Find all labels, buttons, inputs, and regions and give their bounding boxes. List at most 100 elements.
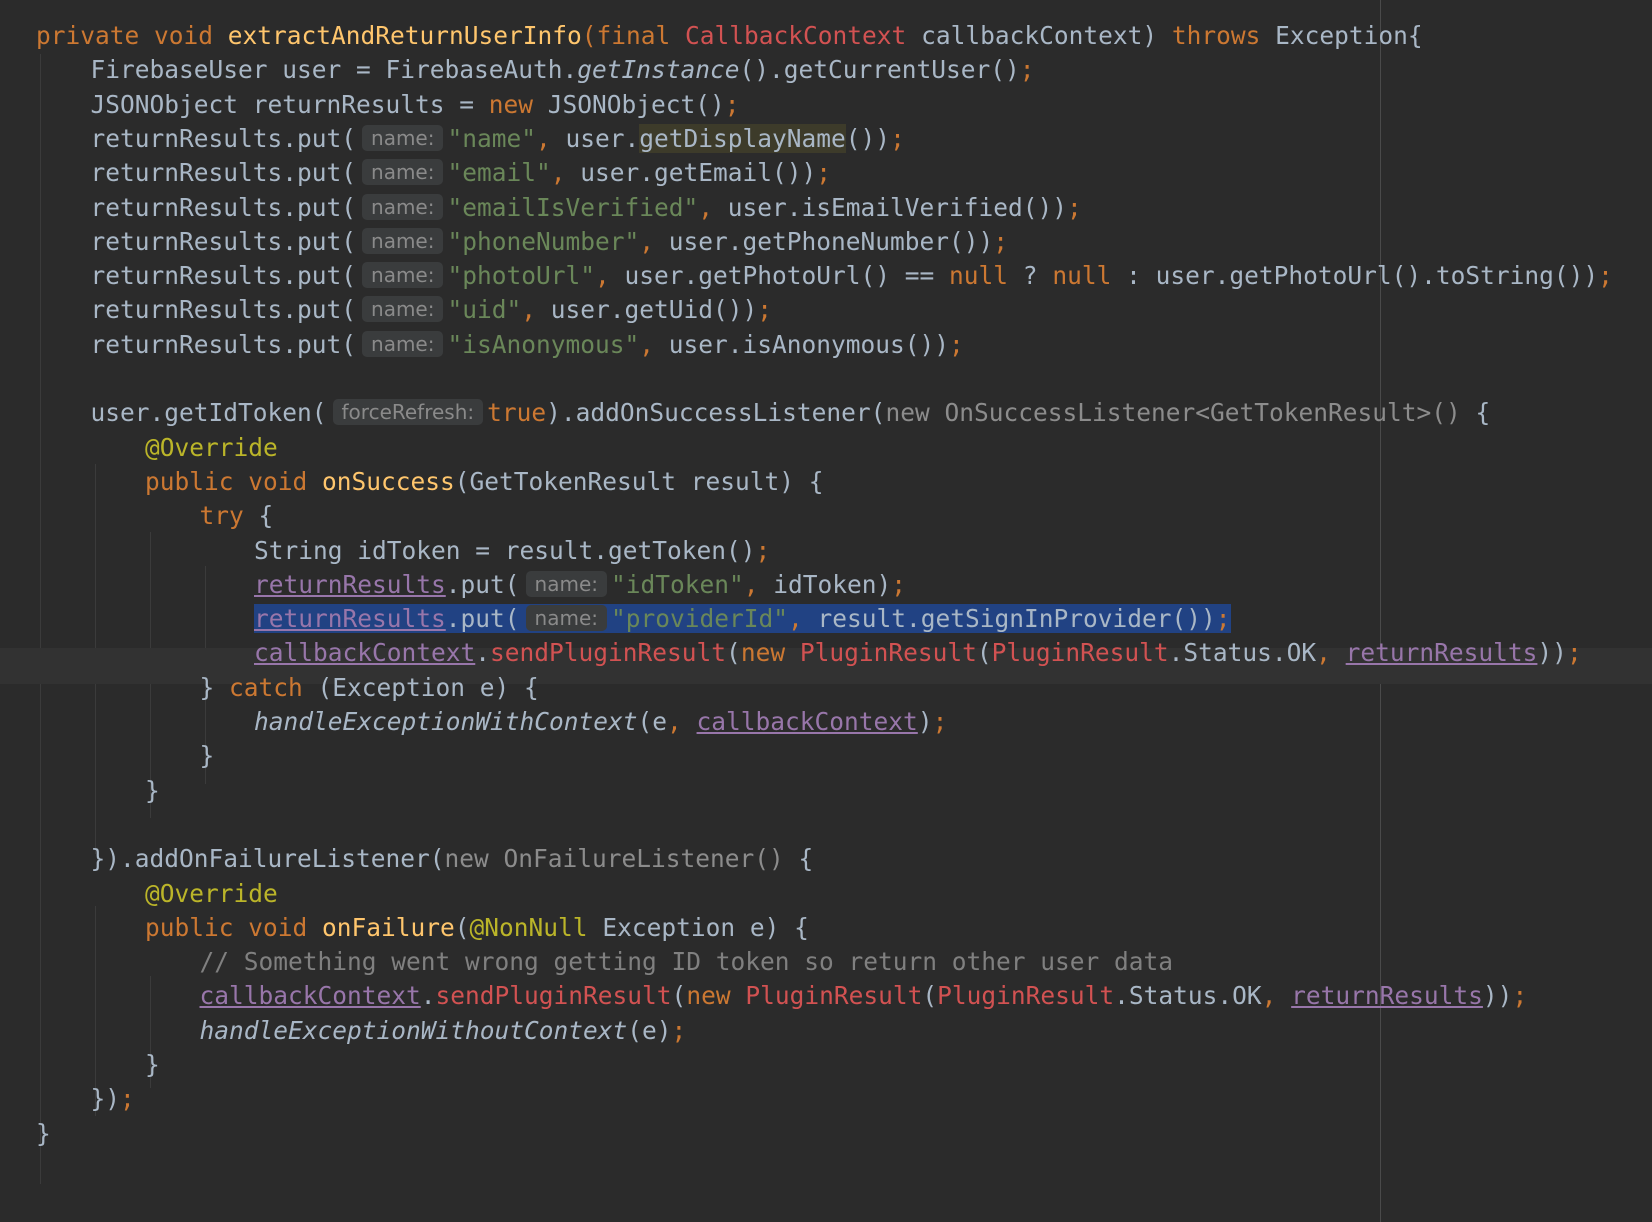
code-line[interactable]: callbackContext.sendPluginResult(new Plu… — [200, 978, 1528, 1014]
code-line[interactable]: JSONObject returnResults = new JSONObjec… — [91, 87, 740, 123]
code-line[interactable]: private void extractAndReturnUserInfo(fi… — [36, 18, 1423, 54]
code-token: Exception{ — [1275, 21, 1423, 50]
code-token: returnResults.put( — [90, 329, 357, 359]
code-line[interactable]: }); — [91, 1081, 135, 1117]
code-token: ; — [671, 1015, 687, 1045]
code-token: user.getEmail()) — [580, 158, 817, 188]
code-token: onFailure — [322, 912, 455, 942]
code-token: { — [798, 844, 814, 874]
code-token: @Override — [145, 432, 278, 462]
code-line[interactable]: returnResults.put(name: "photoUrl", user.… — [91, 258, 1613, 294]
code-token: callbackContext — [254, 638, 476, 668]
code-token: )) — [1482, 981, 1513, 1011]
code-line[interactable]: returnResults.put(name: "uid", user.getUi… — [91, 292, 773, 328]
parameter-hint: name: — [362, 330, 444, 357]
code-token: sendPluginResult — [490, 638, 727, 668]
code-token: } — [145, 775, 160, 805]
code-token: ; — [755, 535, 771, 565]
code-token: "email" — [447, 158, 551, 188]
code-token: "idToken" — [611, 569, 744, 599]
code-token: handleExceptionWithContext — [254, 707, 638, 736]
code-line[interactable]: returnResults.put(name: "providerId", res… — [254, 601, 1231, 637]
code-token: ; — [120, 1084, 135, 1114]
code-token: ( — [976, 638, 992, 668]
code-token: null — [949, 261, 1023, 291]
code-token: .Status.OK — [1168, 638, 1317, 668]
code-token: ( — [922, 981, 938, 1011]
code-token: JSONObject() — [547, 89, 725, 119]
code-token: } — [199, 741, 215, 771]
code-token: (GetTokenResult result) { — [454, 466, 824, 496]
code-token: , — [743, 569, 774, 599]
code-token: user. — [565, 123, 640, 153]
code-token: sendPluginResult — [435, 981, 672, 1011]
usage-highlight: getDisplayName — [639, 123, 846, 153]
code-line[interactable]: @Override — [145, 430, 278, 466]
code-line[interactable]: } — [200, 738, 215, 774]
code-token: PluginResult — [937, 981, 1115, 1011]
code-line[interactable]: } — [145, 773, 160, 809]
code-token: user.getPhoneNumber()) — [668, 226, 994, 256]
code-token: JSONObject returnResults = — [90, 89, 489, 119]
code-token: , — [698, 192, 728, 222]
code-editor[interactable]: private void extractAndReturnUserInfo(fi… — [0, 0, 1652, 1222]
code-line[interactable]: handleExceptionWithoutContext(e); — [200, 1013, 687, 1049]
code-line[interactable]: // Something went wrong getting ID token… — [200, 944, 1174, 980]
code-token: callbackContext — [199, 981, 421, 1011]
code-line[interactable]: returnResults.put(name: "idToken", idToke… — [254, 567, 906, 603]
code-line[interactable]: public void onSuccess(GetTokenResult res… — [145, 464, 824, 500]
code-line[interactable]: public void onFailure(@NonNull Exception… — [145, 910, 809, 946]
code-line[interactable]: String idToken = result.getToken(); — [254, 533, 770, 569]
code-token: returnResults.put( — [90, 192, 357, 222]
code-line[interactable]: returnResults.put(name: "isAnonymous", us… — [91, 327, 964, 363]
code-token: ; — [890, 123, 905, 153]
code-token: ; — [757, 295, 773, 325]
code-token: new OnSuccessListener<GetTokenResult>() — [885, 398, 1476, 428]
code-line[interactable]: user.getIdToken(forceRefresh: true).addOn… — [91, 395, 1491, 431]
code-token: FirebaseUser user = FirebaseAuth. — [90, 55, 578, 85]
code-token: . — [420, 981, 436, 1011]
code-token: ? — [1022, 261, 1053, 291]
code-token: CallbackContext — [685, 21, 907, 50]
code-line[interactable]: }).addOnFailureListener(new OnFailureLis… — [91, 841, 814, 877]
code-token: new OnFailureListener() — [444, 844, 799, 874]
code-line[interactable]: try { — [200, 498, 274, 534]
code-token: returnResults.put( — [90, 158, 357, 188]
code-token: , — [550, 158, 581, 188]
code-line[interactable]: returnResults.put(name: "name", user.getD… — [91, 121, 905, 157]
code-line[interactable]: callbackContext.sendPluginResult(new Plu… — [254, 635, 1582, 671]
code-line[interactable]: @Override — [145, 876, 278, 912]
code-token: , — [639, 226, 669, 256]
code-token: ( — [454, 912, 470, 942]
code-token: } — [36, 1118, 51, 1148]
code-token: ; — [724, 89, 740, 119]
code-token: (e) — [627, 1015, 672, 1045]
code-token: : user.getPhotoUrl().toString()) — [1126, 261, 1599, 291]
code-token: returnResults.put( — [90, 261, 357, 291]
code-line[interactable]: returnResults.put(name: "email", user.get… — [91, 155, 832, 191]
code-token: extractAndReturnUserInfo — [227, 21, 582, 50]
code-line[interactable]: } — [145, 1047, 160, 1083]
parameter-hint: name: — [362, 193, 444, 220]
code-token: "phoneNumber" — [447, 226, 640, 256]
code-token: new — [740, 638, 800, 668]
code-line[interactable]: handleExceptionWithContext(e, callbackCo… — [254, 704, 947, 740]
parameter-hint: name: — [362, 124, 444, 151]
indent-guide — [40, 54, 41, 1184]
code-token: returnResults — [1345, 638, 1538, 668]
code-line[interactable]: FirebaseUser user = FirebaseAuth.getInst… — [91, 52, 1035, 88]
code-token: , — [667, 707, 697, 736]
code-token: { — [1475, 398, 1491, 428]
code-token: returnResults.put( — [90, 226, 357, 256]
code-token: PluginResult — [991, 638, 1169, 668]
code-line[interactable]: returnResults.put(name: "phoneNumber", us… — [91, 224, 1009, 260]
code-token: "uid" — [447, 295, 522, 325]
code-token: @Override — [145, 878, 278, 908]
code-token: ().getCurrentUser() — [739, 55, 1020, 85]
code-line[interactable]: returnResults.put(name: "emailIsVerified"… — [91, 190, 1082, 226]
code-token: returnResults — [254, 569, 446, 599]
code-line[interactable]: } — [36, 1116, 51, 1152]
parameter-hint: name: — [362, 159, 444, 186]
code-line[interactable]: } catch (Exception e) { — [200, 670, 539, 706]
code-token: returnResults — [1291, 981, 1483, 1011]
